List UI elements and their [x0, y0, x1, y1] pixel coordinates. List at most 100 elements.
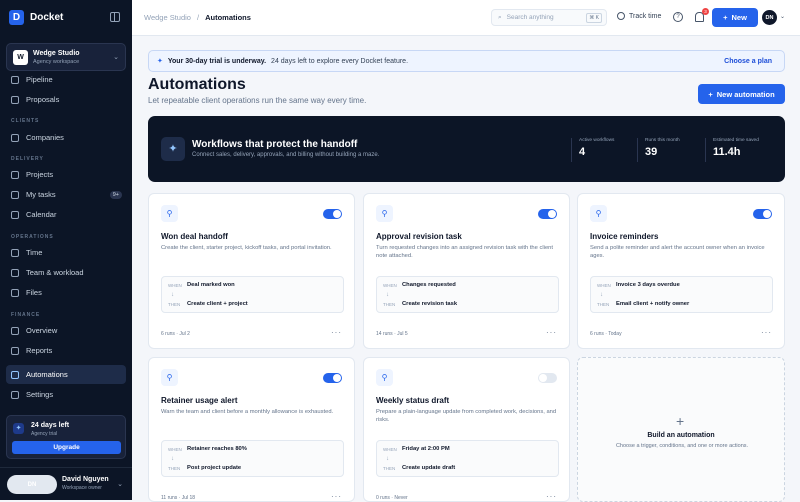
automation-card[interactable]: ⚲ Invoice reminders Send a polite remind…: [577, 193, 785, 349]
brand-name: Docket: [30, 12, 64, 23]
arrow-down-icon: ↓: [386, 292, 389, 298]
hero-panel: ✦ Workflows that protect the handoff Con…: [148, 116, 785, 182]
sidebar-item-label: Team & workload: [26, 268, 84, 277]
automation-card[interactable]: ⚲ Weekly status draft Prepare a plain-la…: [363, 357, 570, 502]
sidebar-item-label: Pipeline: [26, 75, 53, 84]
section-delivery: DELIVERY: [11, 156, 44, 162]
user-menu[interactable]: DN David Nguyen Workspace owner ⌄: [0, 467, 132, 500]
card-footer: 11 runs · Jul 18: [161, 495, 196, 501]
trial-banner: ✦ Your 30-day trial is underway. 24 days…: [148, 50, 785, 72]
workflow-icon: ⚲: [161, 369, 178, 386]
tasks-count-badge: 9+: [109, 190, 122, 199]
collapse-sidebar-icon[interactable]: [110, 12, 120, 22]
sidebar-item-settings[interactable]: Settings: [6, 386, 126, 403]
when-label: WHEN: [168, 283, 182, 288]
tasks-icon: [11, 190, 19, 199]
automation-toggle[interactable]: [323, 373, 342, 383]
sidebar-item-overview[interactable]: Overview: [6, 322, 126, 339]
arrow-down-icon: ↓: [171, 456, 174, 462]
more-dots-icon[interactable]: ···: [761, 328, 772, 337]
workflow-icon: ⚲: [161, 205, 178, 222]
arrow-down-icon: ↓: [386, 456, 389, 462]
new-button[interactable]: + New: [712, 8, 758, 27]
sidebar-item-proposals[interactable]: Proposals: [6, 91, 126, 108]
workspace-subtitle: Agency workspace: [33, 59, 80, 65]
upgrade-button[interactable]: Upgrade: [12, 441, 121, 454]
new-automation-button[interactable]: + New automation: [698, 84, 785, 104]
sidebar-item-label: Files: [26, 288, 42, 297]
track-time-button[interactable]: Track time: [617, 12, 661, 20]
breadcrumb-separator: /: [196, 13, 200, 22]
sidebar-item-team-workload[interactable]: Team & workload: [6, 264, 126, 281]
sidebar-item-label: Projects: [26, 170, 54, 179]
stat-active-workflows: Active workflows 4: [571, 138, 614, 162]
sidebar-item-my-tasks[interactable]: My tasks 9+: [6, 186, 126, 203]
card-title: Retainer usage alert: [161, 396, 238, 405]
sidebar-item-projects[interactable]: Projects: [6, 166, 126, 183]
card-footer: 6 runs · Jul 2: [161, 331, 190, 337]
automation-toggle[interactable]: [538, 209, 557, 219]
card-description: Warn the team and client before a monthl…: [161, 409, 334, 415]
card-title: Invoice reminders: [590, 232, 659, 241]
workflow-icon: ⚲: [590, 205, 607, 222]
avatar[interactable]: DN: [762, 10, 777, 25]
brand[interactable]: D Docket: [9, 10, 63, 25]
sidebar-item-calendar[interactable]: Calendar: [6, 206, 126, 223]
plus-icon: +: [676, 413, 685, 429]
trigger-value: Retainer reaches 80%: [187, 446, 247, 452]
reports-icon: [11, 346, 19, 355]
trigger-value: Deal marked won: [187, 282, 235, 288]
sidebar-item-companies[interactable]: Companies: [6, 129, 126, 146]
stat-time-saved: Estimated time saved 11.4h: [705, 138, 759, 162]
help-icon[interactable]: ?: [673, 12, 683, 22]
then-label: THEN: [597, 302, 610, 307]
stat-value: 4: [579, 146, 586, 158]
automation-toggle[interactable]: [323, 209, 342, 219]
card-footer: 14 runs · Jul 5: [376, 331, 408, 337]
sidebar-item-reports[interactable]: Reports: [6, 342, 126, 359]
action-value: Email client + notify owner: [616, 301, 690, 307]
build-subtitle: Choose a trigger, conditions, and one or…: [615, 443, 749, 449]
sidebar-item-label: Automations: [26, 370, 68, 379]
search-input[interactable]: ⌕ Search anything ⌘ K: [491, 9, 607, 26]
sidebar-item-pipeline[interactable]: Pipeline: [6, 71, 126, 88]
workspace-switcher[interactable]: W Wedge Studio Agency workspace ⌄: [6, 43, 126, 71]
team-icon: [11, 268, 19, 277]
automation-toggle[interactable]: [753, 209, 772, 219]
topbar: Wedge Studio / Automations ⌕ Search anyt…: [132, 0, 800, 36]
trial-title: 24 days left: [31, 422, 70, 429]
breadcrumb-parent[interactable]: Wedge Studio: [144, 13, 191, 22]
arrow-down-icon: ↓: [171, 292, 174, 298]
choose-plan-link[interactable]: Choose a plan: [724, 58, 772, 65]
automation-card[interactable]: ⚲ Won deal handoff Create the client, st…: [148, 193, 355, 349]
sidebar-item-automations[interactable]: Automations: [6, 365, 126, 384]
hero-title: Workflows that protect the handoff: [192, 139, 358, 150]
projects-icon: [11, 170, 19, 179]
page-subtitle: Let repeatable client operations run the…: [148, 96, 367, 105]
more-dots-icon[interactable]: ···: [331, 328, 342, 337]
stat-value: 11.4h: [713, 146, 741, 158]
action-value: Create client + project: [187, 301, 248, 307]
more-dots-icon[interactable]: ···: [546, 328, 557, 337]
automation-toggle[interactable]: [538, 373, 557, 383]
clock-icon: [617, 12, 625, 20]
section-finance: FINANCE: [11, 312, 41, 318]
search-shortcut: ⌘ K: [586, 12, 602, 23]
companies-icon: [11, 133, 19, 142]
automation-card[interactable]: ⚲ Retainer usage alert Warn the team and…: [148, 357, 355, 502]
when-label: WHEN: [168, 447, 182, 452]
sidebar-item-time[interactable]: Time: [6, 244, 126, 261]
automation-card[interactable]: ⚲ Approval revision task Turn requested …: [363, 193, 570, 349]
sidebar-item-files[interactable]: Files: [6, 284, 126, 301]
trigger-flow: WHEN Invoice 3 days overdue ↓ THEN Email…: [590, 276, 773, 313]
build-automation-card[interactable]: + Build an automation Choose a trigger, …: [577, 357, 785, 502]
card-footer: 0 runs · Never: [376, 495, 408, 501]
trigger-flow: WHEN Friday at 2:00 PM ↓ THEN Create upd…: [376, 440, 559, 477]
then-label: THEN: [383, 466, 396, 471]
then-label: THEN: [168, 302, 181, 307]
chevron-down-icon[interactable]: ⌄: [780, 13, 785, 20]
plus-icon: +: [723, 13, 728, 22]
user-name: David Nguyen: [62, 476, 109, 483]
card-description: Create the client, starter project, kick…: [161, 245, 332, 251]
arrow-down-icon: ↓: [600, 292, 603, 298]
